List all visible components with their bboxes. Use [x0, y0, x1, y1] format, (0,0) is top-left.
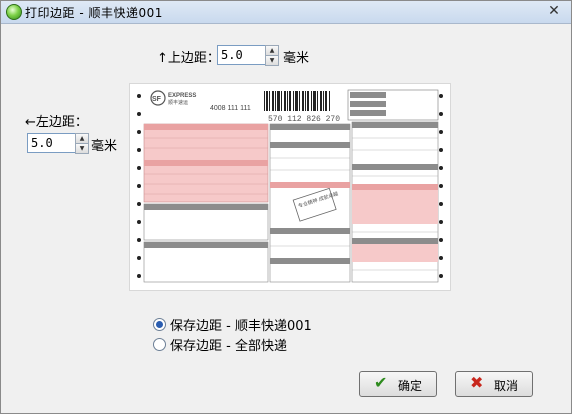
close-button[interactable]: ✕ [543, 3, 565, 19]
save-all-label[interactable]: 保存边距 - 全部快递 [170, 339, 287, 354]
left-margin-decrement-button[interactable]: ▼ [75, 143, 89, 154]
sf-logo-text: SF [152, 96, 162, 103]
top-margin-unit: 毫米 [283, 51, 310, 66]
top-margin-label: ↑上边距： [157, 51, 220, 66]
close-icon[interactable]: ✕ [548, 3, 560, 19]
barcode [264, 91, 330, 111]
save-current-label[interactable]: 保存边距 - 顺丰快递001 [170, 319, 312, 334]
waybill-preview: SF EXPRESS 顺丰速运 4008 111 111 570 112 826… [129, 83, 451, 291]
left-margin-input[interactable] [27, 133, 76, 153]
red-x-icon[interactable]: ✖ [470, 375, 483, 391]
print-margin-dialog: 打印边距 - 顺丰快递001 ✕ ↑上边距： ▲ ▼ 毫米 ←左边距： ▲ ▼ … [0, 0, 572, 414]
brand-en: EXPRESS [168, 93, 196, 99]
save-all-radio[interactable] [153, 338, 166, 351]
ok-button[interactable]: ✔ 确定 [359, 371, 437, 397]
waybill-number: 570 112 826 270 [268, 115, 340, 124]
top-margin-input[interactable] [217, 45, 266, 65]
title-bar: 打印边距 - 顺丰快递001 ✕ [1, 1, 571, 24]
save-current-option[interactable]: 保存边距 - 顺丰快递001 [153, 315, 312, 334]
save-all-option[interactable]: 保存边距 - 全部快递 [153, 335, 287, 354]
cancel-button[interactable]: ✖ 取消 [455, 371, 533, 397]
app-icon [6, 4, 22, 20]
top-margin-decrement-button[interactable]: ▼ [265, 55, 279, 66]
checkmark-icon[interactable]: ✔ [374, 375, 387, 391]
window-title: 打印边距 - 顺丰快递001 [25, 6, 163, 20]
brand-cn: 顺丰速运 [168, 99, 188, 106]
left-margin-unit: 毫米 [91, 139, 118, 154]
left-margin-label: ←左边距： [25, 115, 88, 130]
hotline: 4008 111 111 [210, 105, 251, 112]
save-current-radio[interactable] [153, 318, 166, 331]
ok-button-label[interactable]: 确定 [398, 377, 422, 394]
waybill-image: SF EXPRESS 顺丰速运 4008 111 111 570 112 826… [137, 89, 443, 283]
cancel-button-label[interactable]: 取消 [494, 377, 518, 394]
